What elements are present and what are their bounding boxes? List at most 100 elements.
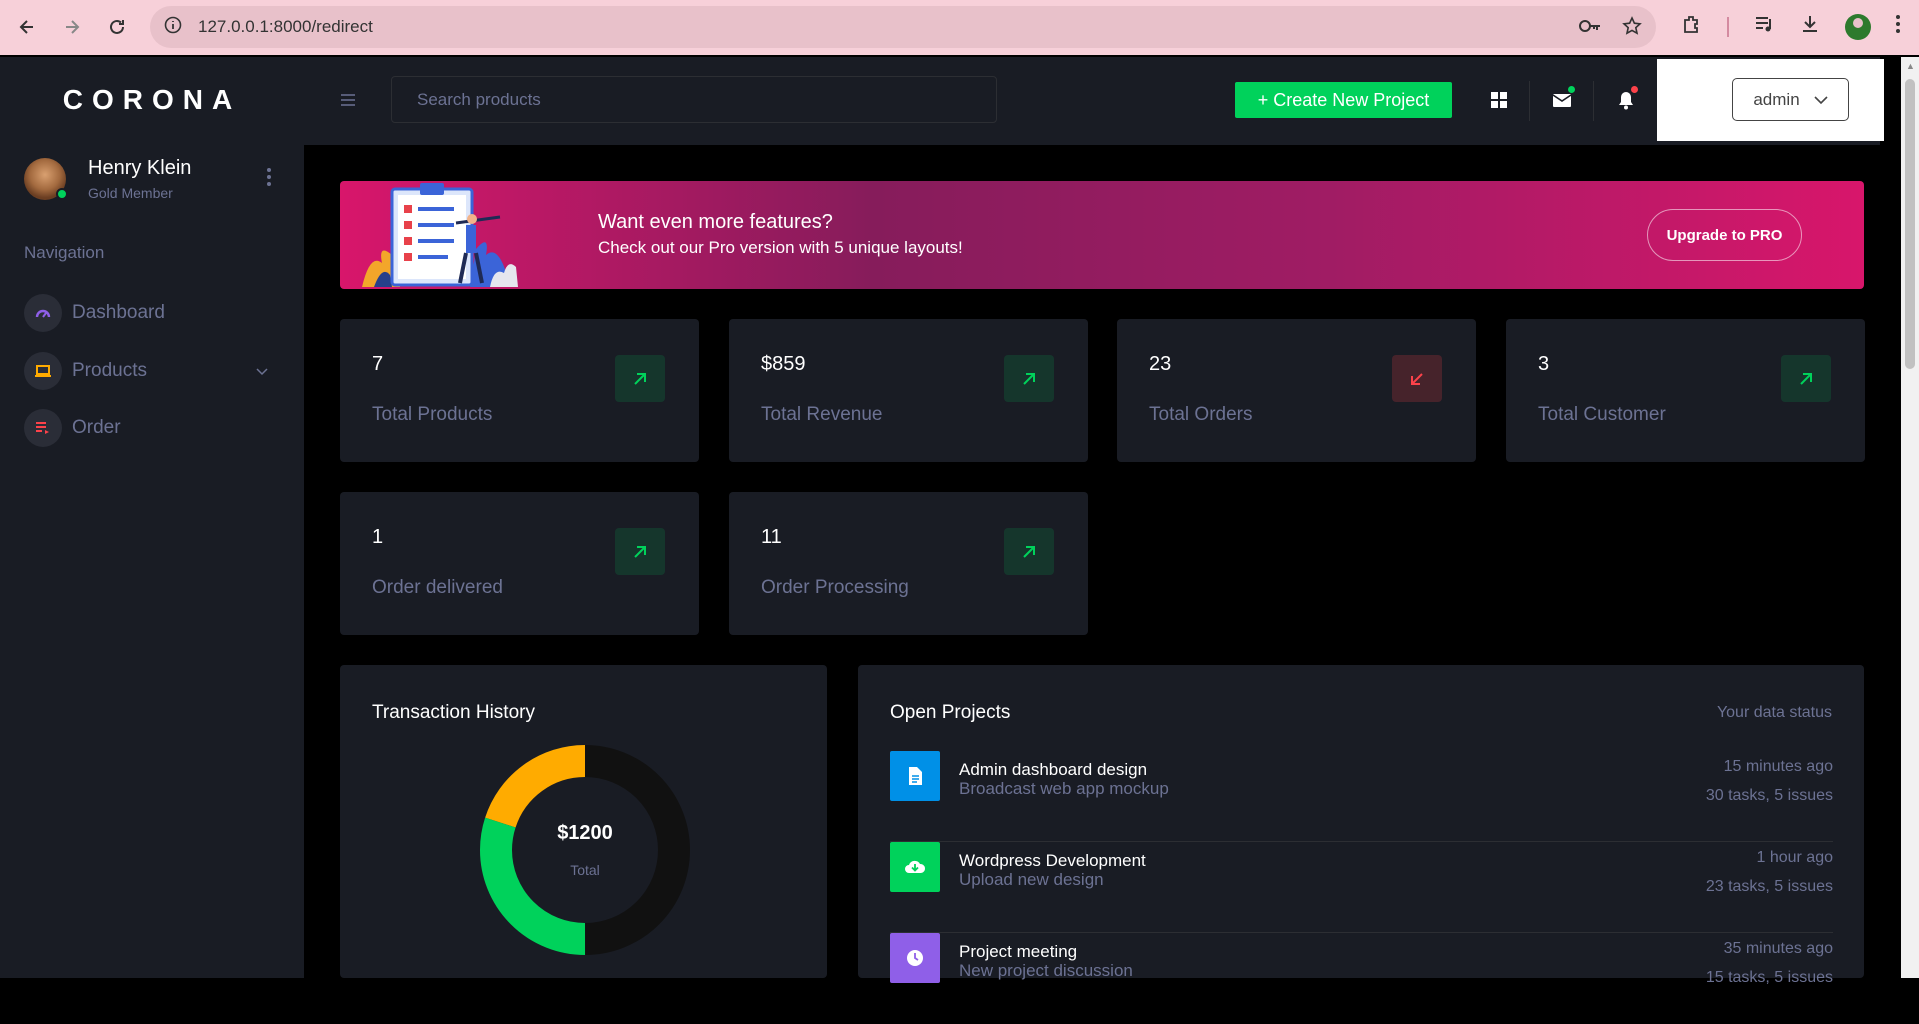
grid-view-icon[interactable] xyxy=(1484,85,1514,115)
page-scrollbar[interactable]: ▲ xyxy=(1901,57,1919,978)
banner-title: Want even more features? xyxy=(598,211,833,233)
banner-subtitle: Check out our Pro version with 5 unique … xyxy=(598,238,963,257)
nav-caption: Navigation xyxy=(24,243,105,262)
browser-actions xyxy=(1681,6,1919,48)
stat-value: $859 xyxy=(761,353,806,375)
project-row[interactable]: Wordpress Development Upload new design … xyxy=(890,842,1833,933)
transaction-history-card: Transaction History $1200 Total xyxy=(340,665,827,978)
laptop-icon xyxy=(24,352,62,390)
project-title: Wordpress Development xyxy=(959,851,1146,870)
data-status-label: Your data status xyxy=(1716,704,1832,721)
url-text: 127.0.0.1:8000/redirect xyxy=(198,17,373,36)
sidebar-item-products[interactable]: Products xyxy=(24,351,280,391)
arrow-down-left-icon xyxy=(1392,355,1442,402)
project-row[interactable]: Project meeting New project discussion 3… xyxy=(890,933,1833,1024)
scroll-thumb[interactable] xyxy=(1905,79,1915,369)
project-tasks: 15 tasks, 5 issues xyxy=(1705,969,1833,986)
stat-label: Total Products xyxy=(372,404,493,425)
project-subtitle: Upload new design xyxy=(959,870,1104,889)
menu-toggle-icon[interactable] xyxy=(340,91,356,112)
transaction-donut-chart: $1200 Total xyxy=(475,740,695,960)
avatar[interactable] xyxy=(24,158,68,200)
brand-logo[interactable]: CORONA xyxy=(0,57,304,143)
project-row[interactable]: Admin dashboard design Broadcast web app… xyxy=(890,751,1833,842)
project-tasks: 23 tasks, 5 issues xyxy=(1705,878,1833,895)
file-icon xyxy=(890,751,940,801)
online-status-dot xyxy=(56,188,68,200)
stat-label: Total Orders xyxy=(1149,404,1253,425)
chevron-down-icon xyxy=(1814,90,1828,110)
arrow-up-right-icon xyxy=(615,355,665,402)
bell-icon[interactable] xyxy=(1611,85,1641,115)
forward-icon[interactable] xyxy=(57,12,87,42)
speedometer-icon xyxy=(24,294,62,332)
donut-amount: $1200 xyxy=(557,822,613,844)
user-dropdown-area: admin xyxy=(1657,59,1884,141)
stat-value: 3 xyxy=(1538,353,1550,375)
back-icon[interactable] xyxy=(12,12,42,42)
extensions-icon[interactable] xyxy=(1681,13,1703,41)
stat-card-order-processing: 11 Order Processing xyxy=(729,492,1088,635)
project-time: 15 minutes ago xyxy=(1723,758,1833,775)
browser-menu-icon[interactable] xyxy=(1895,14,1901,40)
playlist-icon xyxy=(24,409,62,447)
user-dropdown-label: admin xyxy=(1753,89,1800,109)
open-projects-card: Open Projects Your data status Admin das… xyxy=(858,665,1864,986)
stat-label: Order Processing xyxy=(761,577,909,598)
sidebar-item-label: Products xyxy=(72,360,147,381)
stat-card-order-delivered: 1 Order delivered xyxy=(340,492,699,635)
sidebar-item-order[interactable]: Order xyxy=(24,408,280,448)
project-tasks: 30 tasks, 5 issues xyxy=(1705,787,1833,804)
media-controls-icon[interactable] xyxy=(1753,13,1775,41)
clipboard-illustration xyxy=(362,183,518,287)
upgrade-button[interactable]: Upgrade to PRO xyxy=(1647,209,1802,261)
donut-total-label: Total xyxy=(570,862,600,878)
mail-icon[interactable] xyxy=(1547,85,1577,115)
project-subtitle: New project discussion xyxy=(959,961,1133,980)
stat-label: Order delivered xyxy=(372,577,503,598)
chevron-down-icon[interactable] xyxy=(256,363,268,379)
stat-value: 23 xyxy=(1149,353,1172,375)
site-info-icon[interactable] xyxy=(164,16,182,39)
arrow-up-right-icon xyxy=(615,528,665,575)
project-title: Admin dashboard design xyxy=(959,760,1148,779)
bookmark-star-icon[interactable] xyxy=(1622,16,1642,42)
stat-label: Total Customer xyxy=(1538,404,1666,425)
card-title: Open Projects xyxy=(890,702,1011,723)
stat-card-total-orders: 23 Total Orders xyxy=(1117,319,1476,462)
sidebar-item-label: Order xyxy=(72,417,121,438)
arrow-up-right-icon xyxy=(1004,528,1054,575)
topbar-divider xyxy=(1529,81,1530,121)
create-project-button[interactable]: + Create New Project xyxy=(1235,82,1452,118)
toolbar-divider xyxy=(1727,17,1729,37)
cloud-download-icon xyxy=(890,842,940,892)
user-dropdown-button[interactable]: admin xyxy=(1732,78,1849,121)
stat-card-total-customer: 3 Total Customer xyxy=(1506,319,1865,462)
profile-menu-icon[interactable] xyxy=(264,167,274,187)
profile-name: Henry Klein xyxy=(88,157,192,179)
scroll-up-arrow-icon[interactable]: ▲ xyxy=(1906,61,1915,71)
topbar-divider xyxy=(1593,81,1594,121)
browser-profile-icon[interactable] xyxy=(1845,14,1871,40)
pro-banner: Want even more features? Check out our P… xyxy=(340,181,1864,289)
sidebar-item-dashboard[interactable]: Dashboard xyxy=(24,293,280,333)
sidebar: CORONA Henry Klein Gold Member Navigatio… xyxy=(0,57,304,978)
download-icon[interactable] xyxy=(1799,13,1821,41)
search-input[interactable] xyxy=(391,76,997,123)
project-time: 35 minutes ago xyxy=(1723,940,1833,957)
stat-label: Total Revenue xyxy=(761,404,883,425)
reload-icon[interactable] xyxy=(102,12,132,42)
browser-toolbar: 127.0.0.1:8000/redirect xyxy=(0,0,1919,55)
project-title: Project meeting xyxy=(959,942,1078,961)
key-icon[interactable] xyxy=(1578,16,1602,42)
stat-card-total-revenue: $859 Total Revenue xyxy=(729,319,1088,462)
profile-role: Gold Member xyxy=(88,185,173,201)
stat-card-total-products: 7 Total Products xyxy=(340,319,699,462)
stat-value: 11 xyxy=(761,526,782,548)
card-title: Transaction History xyxy=(372,702,535,723)
notification-badge xyxy=(1631,86,1638,93)
project-subtitle: Broadcast web app mockup xyxy=(959,779,1169,798)
address-bar[interactable]: 127.0.0.1:8000/redirect xyxy=(150,6,1656,48)
project-time: 1 hour ago xyxy=(1756,849,1833,866)
stat-value: 1 xyxy=(372,526,384,548)
